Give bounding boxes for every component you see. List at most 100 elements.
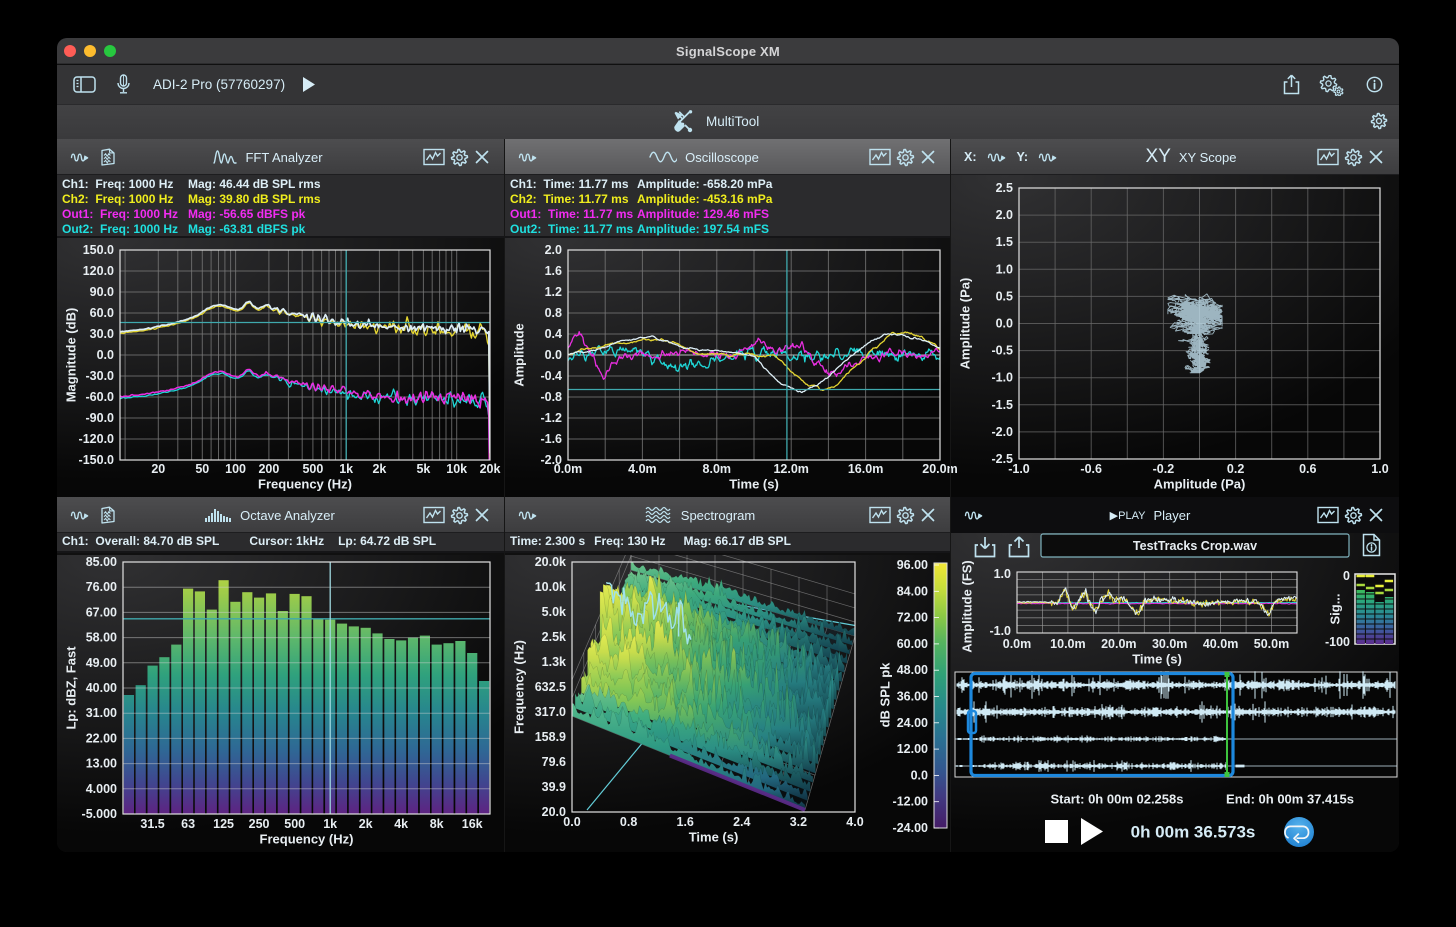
svg-text:TestTracks Crop.wav: TestTracks Crop.wav [1133, 539, 1257, 553]
svg-text:Amplitude (Pa): Amplitude (Pa) [958, 278, 973, 370]
svg-text:1.6: 1.6 [677, 815, 694, 829]
svg-text:0.0: 0.0 [545, 348, 562, 362]
svg-text:Time (s): Time (s) [689, 830, 739, 845]
svg-text:10.0m: 10.0m [1050, 637, 1085, 651]
svg-text:76.00: 76.00 [86, 580, 117, 594]
svg-text:200: 200 [258, 462, 279, 476]
svg-text:Amplitude (FS): Amplitude (FS) [960, 560, 975, 652]
svg-text:-12.00: -12.00 [893, 795, 928, 809]
svg-text:250: 250 [249, 817, 270, 831]
svg-text:40.00: 40.00 [86, 681, 117, 695]
svg-text:125: 125 [213, 817, 234, 831]
svg-text:-1.2: -1.2 [540, 411, 562, 425]
svg-text:dB SPL pk: dB SPL pk [878, 662, 893, 728]
svg-text:-120.0: -120.0 [79, 432, 114, 446]
svg-text:0.0: 0.0 [911, 768, 928, 782]
svg-text:1.6: 1.6 [545, 264, 562, 278]
svg-text:1.0: 1.0 [994, 567, 1011, 581]
svg-text:48.00: 48.00 [897, 663, 928, 677]
svg-text:Time (s): Time (s) [729, 477, 779, 492]
svg-text:1.5: 1.5 [996, 235, 1013, 249]
svg-text:40.0m: 40.0m [1203, 637, 1238, 651]
svg-text:0.0: 0.0 [996, 317, 1013, 331]
svg-text:Magnitude (dB): Magnitude (dB) [64, 308, 79, 403]
svg-text:-150.0: -150.0 [79, 453, 114, 467]
svg-text:-0.8: -0.8 [540, 390, 562, 404]
svg-text:4k: 4k [394, 817, 408, 831]
svg-text:12.0m: 12.0m [773, 462, 808, 476]
svg-text:10k: 10k [446, 462, 467, 476]
svg-text:4.0m: 4.0m [628, 462, 657, 476]
svg-text:1.2: 1.2 [545, 285, 562, 299]
svg-text:-24.00: -24.00 [893, 821, 928, 835]
svg-text:Time (s): Time (s) [1132, 652, 1182, 667]
svg-text:0: 0 [1343, 569, 1350, 583]
svg-text:-1.6: -1.6 [540, 432, 562, 446]
svg-text:20: 20 [151, 462, 165, 476]
svg-text:Frequency (Hz): Frequency (Hz) [260, 832, 354, 847]
svg-text:0.8: 0.8 [620, 815, 637, 829]
svg-text:5k: 5k [416, 462, 430, 476]
svg-text:49.00: 49.00 [86, 656, 117, 670]
svg-text:12.00: 12.00 [897, 742, 928, 756]
svg-text:5.0k: 5.0k [542, 605, 566, 619]
svg-text:-5.000: -5.000 [82, 807, 117, 821]
svg-text:2.0: 2.0 [545, 243, 562, 257]
svg-text:50: 50 [195, 462, 209, 476]
svg-text:58.00: 58.00 [86, 631, 117, 645]
svg-text:63: 63 [181, 817, 195, 831]
svg-text:1.3k: 1.3k [542, 655, 566, 669]
svg-text:-60.0: -60.0 [86, 390, 115, 404]
svg-text:79.6: 79.6 [542, 755, 566, 769]
svg-text:4.000: 4.000 [86, 782, 117, 796]
svg-text:2k: 2k [372, 462, 386, 476]
svg-text:0.5: 0.5 [996, 289, 1013, 303]
svg-text:85.00: 85.00 [86, 555, 117, 569]
svg-text:13.00: 13.00 [86, 757, 117, 771]
svg-text:67.00: 67.00 [86, 605, 117, 619]
svg-text:2k: 2k [359, 817, 373, 831]
svg-text:24.00: 24.00 [897, 716, 928, 730]
svg-text:84.00: 84.00 [897, 584, 928, 598]
svg-text:-2.0: -2.0 [991, 425, 1013, 439]
svg-text:31.5: 31.5 [140, 817, 164, 831]
svg-text:Start: 0h 00m 02.258s: Start: 0h 00m 02.258s [1051, 792, 1184, 807]
svg-text:500: 500 [284, 817, 305, 831]
svg-text:2.4: 2.4 [733, 815, 750, 829]
svg-text:-1.0: -1.0 [1008, 462, 1030, 476]
svg-text:50.0m: 50.0m [1254, 637, 1289, 651]
svg-text:Frequency (Hz): Frequency (Hz) [258, 477, 352, 492]
svg-text:-90.0: -90.0 [86, 411, 115, 425]
svg-text:1k: 1k [339, 462, 353, 476]
svg-text:3.2: 3.2 [790, 815, 807, 829]
svg-text:60.00: 60.00 [897, 637, 928, 651]
svg-text:-1.5: -1.5 [991, 398, 1013, 412]
svg-text:0.0m: 0.0m [554, 462, 583, 476]
svg-text:0.8: 0.8 [545, 306, 562, 320]
svg-text:632.5: 632.5 [535, 680, 566, 694]
svg-text:60.0: 60.0 [90, 306, 114, 320]
svg-text:Amplitude: Amplitude [512, 323, 527, 387]
svg-text:96.00: 96.00 [897, 558, 928, 572]
svg-text:-1.0: -1.0 [991, 371, 1013, 385]
svg-text:120.0: 120.0 [83, 264, 114, 278]
svg-text:1.0: 1.0 [1371, 462, 1388, 476]
svg-text:End: 0h 00m 37.415s: End: 0h 00m 37.415s [1226, 792, 1354, 807]
svg-text:0h 00m 36.573s: 0h 00m 36.573s [1131, 823, 1256, 842]
svg-text:90.0: 90.0 [90, 285, 114, 299]
svg-text:1.0: 1.0 [996, 262, 1013, 276]
svg-text:-0.5: -0.5 [991, 344, 1013, 358]
svg-text:-100: -100 [1325, 635, 1350, 649]
svg-text:0.0: 0.0 [563, 815, 580, 829]
svg-text:16.0m: 16.0m [848, 462, 883, 476]
svg-text:8k: 8k [430, 817, 444, 831]
svg-text:16k: 16k [462, 817, 483, 831]
svg-text:0.2: 0.2 [1227, 462, 1244, 476]
svg-text:Amplitude (Pa): Amplitude (Pa) [1154, 477, 1246, 492]
svg-text:20.0k: 20.0k [535, 555, 566, 569]
svg-text:0.6: 0.6 [1299, 462, 1316, 476]
svg-text:20.0m: 20.0m [1101, 637, 1136, 651]
svg-text:100: 100 [225, 462, 246, 476]
svg-text:-0.2: -0.2 [1153, 462, 1175, 476]
svg-text:2.5: 2.5 [996, 181, 1013, 195]
